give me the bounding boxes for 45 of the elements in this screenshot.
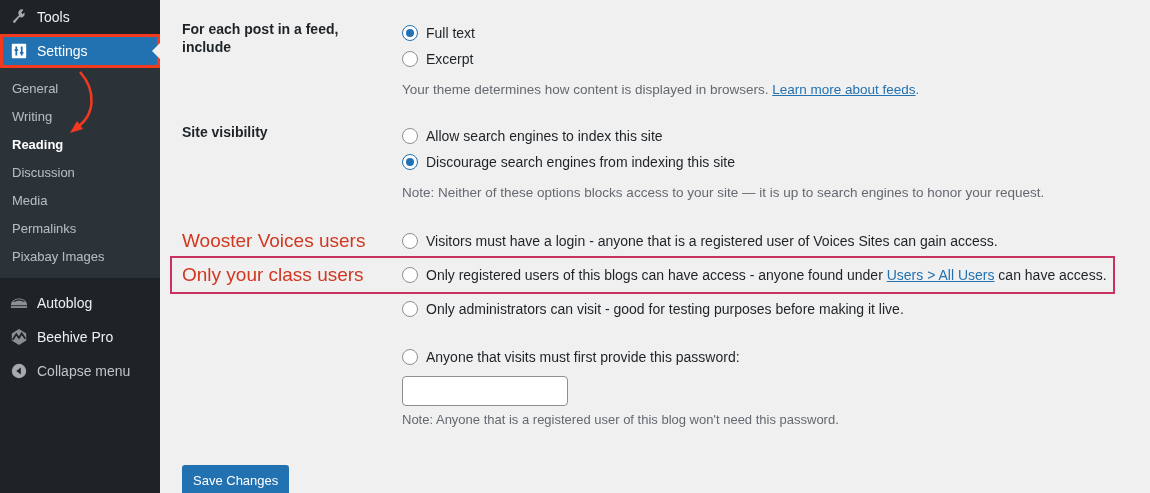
radio-button[interactable]: [402, 233, 418, 249]
radio-button[interactable]: [402, 301, 418, 317]
menu-item[interactable]: Collapse menu: [0, 354, 160, 388]
help-text: Note: Anyone that is a registered user of this blog won't need this password.: [402, 412, 840, 427]
annotation-text: Wooster Voices users: [182, 230, 367, 252]
wrench-icon: [10, 8, 28, 26]
help-link[interactable]: Learn more about feeds: [772, 82, 916, 97]
help-text: Note: Neither of these options blocks access to your site — it is up to search engines to honor your request.: [402, 185, 1045, 200]
menu-item[interactable]: Autoblog: [0, 286, 160, 320]
radio-button[interactable]: [402, 154, 418, 170]
mountain-hexagon-icon: [10, 328, 28, 346]
option-label: Full text: [426, 25, 475, 41]
help-text: Your theme determines how content is displayed in browsers. Learn more about feeds.: [402, 82, 920, 97]
option-label: Only administrators can visit - good for testing purposes before making it live.: [426, 301, 904, 317]
menu-item[interactable]: Beehive Pro: [0, 320, 160, 354]
users-link[interactable]: Users > All Users: [886, 267, 995, 283]
save-button[interactable]: Save Changes: [182, 465, 290, 493]
option-label: Visitors must have a login - anyone that is a registered user of Voices Sites can gain access.: [426, 233, 998, 249]
password-field[interactable]: [402, 376, 568, 406]
sliders-icon: [10, 42, 28, 60]
radio-button[interactable]: [402, 267, 418, 283]
option-label: Discourage search engines from indexing this site: [426, 154, 735, 170]
radio-button[interactable]: [402, 349, 418, 365]
annotation-arrow: [70, 71, 93, 133]
collapse-icon: [10, 362, 28, 380]
submenu-item[interactable]: Pixabay Images: [0, 242, 160, 270]
radio-button[interactable]: [402, 51, 418, 67]
dome-icon: [10, 298, 28, 308]
setting-label: For each post in a feed, include: [182, 20, 340, 57]
submenu-item[interactable]: Writing: [0, 102, 160, 130]
submenu-item[interactable]: Permalinks: [0, 214, 160, 242]
option-label: Only registered users of this blogs can have access - anyone found under Users > All Users can have access.: [426, 267, 1107, 283]
menu-item[interactable]: Tools: [0, 0, 160, 34]
submenu-item[interactable]: Media: [0, 186, 160, 214]
option-label: Excerpt: [426, 51, 474, 67]
option-label: Allow search engines to index this site: [426, 128, 663, 144]
submenu-item[interactable]: Discussion: [0, 158, 160, 186]
radio-button[interactable]: [402, 128, 418, 144]
annotation-text: Only your class users: [182, 264, 365, 286]
submenu-item[interactable]: General: [0, 74, 160, 102]
submenu-item[interactable]: Reading: [0, 130, 160, 158]
setting-label: Site visibility: [182, 123, 269, 142]
radio-button[interactable]: [402, 25, 418, 41]
menu-item[interactable]: Settings: [0, 34, 160, 68]
option-label: Anyone that visits must first provide this password:: [426, 349, 740, 365]
